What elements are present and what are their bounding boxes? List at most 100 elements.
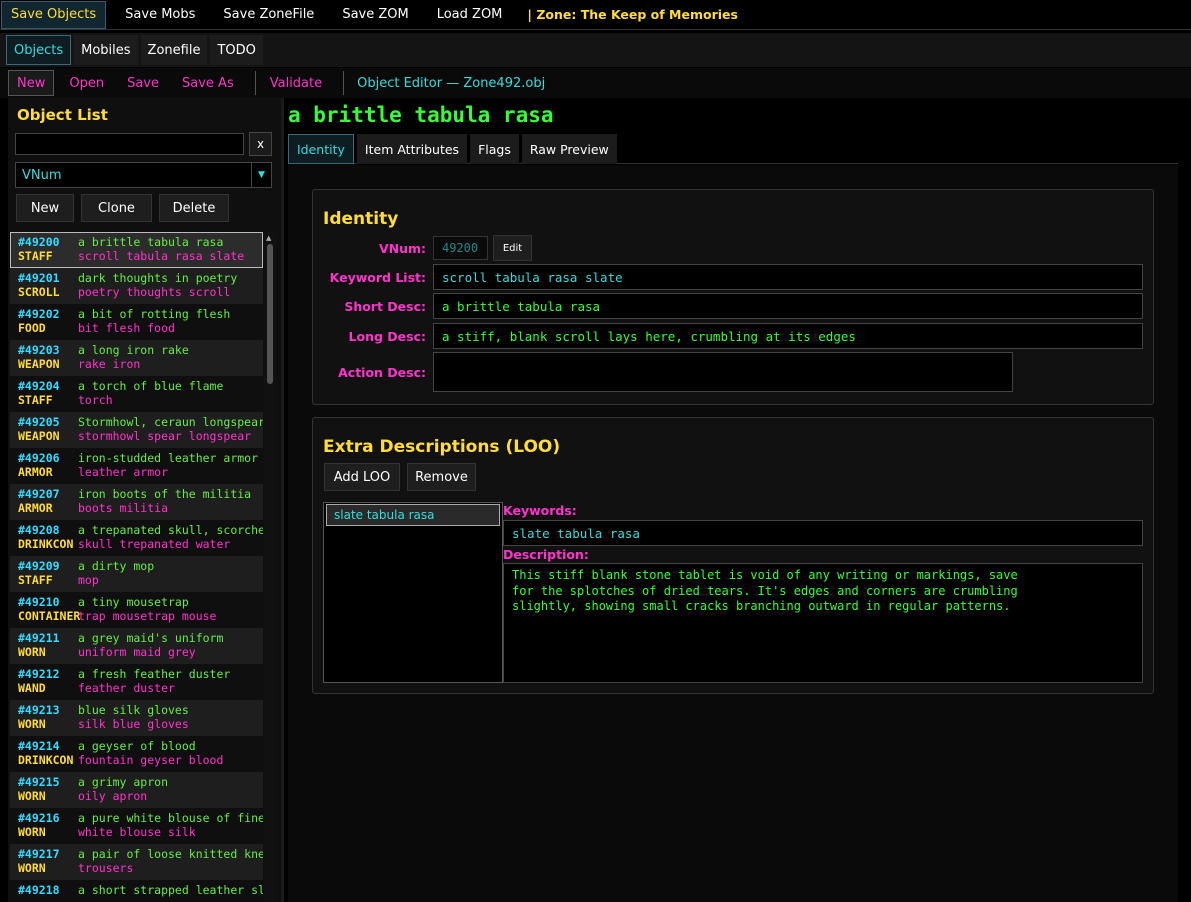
- object-list-row[interactable]: #49215 WORN a grimy apron oily apron: [10, 772, 263, 808]
- object-list-row[interactable]: #49212 WAND a fresh feather duster feather …: [10, 664, 263, 700]
- chevron-down-icon[interactable]: ▼: [251, 163, 271, 187]
- object-list-row[interactable]: #49204 STAFF a torch of blue flame torch: [10, 376, 263, 412]
- short-desc-field[interactable]: a brittle tabula rasa: [433, 293, 1143, 319]
- save-as-button[interactable]: Save As: [174, 70, 242, 96]
- object-type: WORN: [18, 645, 46, 659]
- save-mobs-button[interactable]: Save Mobs: [116, 1, 204, 29]
- tab-flags[interactable]: Flags: [470, 134, 519, 164]
- object-type: STAFF: [18, 573, 53, 587]
- object-title: a brittle tabula rasa: [288, 103, 554, 127]
- object-type: DRINKCON: [18, 753, 74, 767]
- object-type: WORN: [18, 861, 46, 875]
- object-vnum: #49217: [18, 847, 60, 861]
- validate-button[interactable]: Validate: [262, 70, 330, 96]
- object-list-row[interactable]: #49211 WORN a grey maid's uniform uniform m…: [10, 628, 263, 664]
- remove-loo-button[interactable]: Remove: [407, 463, 476, 491]
- object-list-row[interactable]: #49203 WEAPON a long iron rake rake iron: [10, 340, 263, 376]
- object-list-row[interactable]: #49214 DRINKCON a geyser of blood fountain …: [10, 736, 263, 772]
- object-short-desc: a bit of rotting flesh: [78, 307, 231, 321]
- keyword-list-field[interactable]: scroll tabula rasa slate: [433, 264, 1143, 290]
- identity-card: Identity VNum: 49200 Edit Keyword List: …: [312, 189, 1154, 405]
- object-keywords: trap mousetrap mouse: [78, 609, 217, 623]
- object-short-desc: a pure white blouse of fine: [78, 811, 263, 825]
- object-list-row[interactable]: #49201 SCROLL dark thoughts in poetry poetr…: [10, 268, 263, 304]
- loo-keywords-field[interactable]: slate tabula rasa: [503, 520, 1143, 546]
- sort-select[interactable]: VNum ▼: [15, 162, 272, 188]
- action-bar: New Open Save Save As Validate Object Ed…: [0, 68, 1191, 98]
- new-object-button[interactable]: New: [16, 194, 74, 222]
- scroll-up-icon[interactable]: ▲: [266, 234, 271, 242]
- load-zom-button[interactable]: Load ZOM: [428, 1, 512, 29]
- object-list-row[interactable]: #49217 WORN a pair of loose knitted knee tr…: [10, 844, 263, 880]
- object-keywords: skull trepanated water: [78, 537, 231, 551]
- clone-object-button[interactable]: Clone: [81, 194, 152, 222]
- new-file-button[interactable]: New: [8, 70, 55, 96]
- object-list-row[interactable]: #49213 WORN blue silk gloves silk blue glov…: [10, 700, 263, 736]
- editor-title: Object Editor — Zone492.obj: [357, 75, 546, 91]
- loo-list-item[interactable]: slate tabula rasa: [326, 504, 500, 526]
- object-list-row[interactable]: #49218 a short strapped leather sli: [10, 880, 263, 902]
- tab-raw-preview[interactable]: Raw Preview: [521, 134, 617, 164]
- object-short-desc: iron-studded leather armor: [78, 451, 259, 465]
- toolbar-separator: [254, 71, 256, 95]
- action-desc-field[interactable]: [433, 352, 1013, 392]
- object-list-title: Object List: [17, 106, 108, 124]
- object-list-row[interactable]: #49206 ARMOR iron-studded leather armor lea…: [10, 448, 263, 484]
- object-vnum: #49208: [18, 523, 60, 537]
- edit-vnum-button[interactable]: Edit: [493, 235, 532, 261]
- object-short-desc: a dirty mop: [78, 559, 155, 573]
- object-keywords: scroll tabula rasa slate: [78, 249, 245, 263]
- clear-search-button[interactable]: x: [249, 132, 272, 156]
- object-list-row[interactable]: #49205 WEAPON Stormhowl, ceraun longspear s…: [10, 412, 263, 448]
- object-list-row[interactable]: #49202 FOOD a bit of rotting flesh bit fles…: [10, 304, 263, 340]
- object-type: SCROLL: [18, 285, 60, 299]
- object-short-desc: blue silk gloves: [78, 703, 189, 717]
- object-keywords: stormhowl spear longspear: [78, 429, 252, 443]
- object-type: WEAPON: [18, 429, 60, 443]
- save-zom-button[interactable]: Save ZOM: [333, 1, 417, 29]
- object-vnum: #49204: [18, 379, 60, 393]
- tab-item-attributes[interactable]: Item Attributes: [356, 134, 468, 164]
- save-file-button[interactable]: Save: [119, 70, 167, 96]
- object-list-row[interactable]: #49209 STAFF a dirty mop mop: [10, 556, 263, 592]
- object-vnum: #49203: [18, 343, 60, 357]
- short-desc-label: Short Desc:: [344, 299, 426, 314]
- object-vnum: #49213: [18, 703, 60, 717]
- tab-identity[interactable]: Identity: [288, 134, 354, 164]
- save-zonefile-button[interactable]: Save ZoneFile: [214, 1, 323, 29]
- object-type: DRINKCON: [18, 537, 74, 551]
- delete-object-button[interactable]: Delete: [159, 194, 229, 222]
- vnum-field[interactable]: 49200: [433, 236, 488, 260]
- object-type: STAFF: [18, 249, 53, 263]
- tab-objects[interactable]: Objects: [6, 35, 72, 65]
- long-desc-field[interactable]: a stiff, blank scroll lays here, crumbli…: [433, 323, 1143, 349]
- object-keywords: white blouse silk: [78, 825, 196, 839]
- tab-zonefile[interactable]: Zonefile: [140, 35, 208, 65]
- object-list-row[interactable]: #49216 WORN a pure white blouse of fine whi…: [10, 808, 263, 844]
- extra-desc-title: Extra Descriptions (LOO): [323, 437, 561, 457]
- object-list-row[interactable]: #49200 STAFF a brittle tabula rasa scroll t…: [10, 232, 263, 268]
- toolbar-separator: [343, 71, 345, 95]
- object-short-desc: a geyser of blood: [78, 739, 196, 753]
- open-file-button[interactable]: Open: [61, 70, 112, 96]
- object-list-row[interactable]: #49208 DRINKCON a trepanated skull, scorch…: [10, 520, 263, 556]
- editor-panel: Identity VNum: 49200 Edit Keyword List: …: [288, 165, 1178, 902]
- object-keywords: feather duster: [78, 681, 175, 695]
- object-vnum: #49201: [18, 271, 60, 285]
- object-list-row[interactable]: #49210 CONTAINER a tiny mousetrap trap mous…: [10, 592, 263, 628]
- tab-mobiles[interactable]: Mobiles: [74, 35, 138, 65]
- panel-divider[interactable]: [281, 98, 284, 902]
- object-list-scrollbar[interactable]: ▲: [264, 232, 276, 902]
- tab-todo[interactable]: TODO: [210, 35, 263, 65]
- save-objects-button[interactable]: Save Objects: [1, 0, 107, 29]
- object-short-desc: iron boots of the militia: [78, 487, 252, 501]
- object-search-input[interactable]: [15, 133, 244, 155]
- object-keywords: boots militia: [78, 501, 169, 515]
- loo-description-field[interactable]: This stiff blank stone tablet is void of…: [503, 563, 1143, 683]
- main-tabs: Objects Mobiles Zonefile TODO: [0, 33, 1191, 67]
- loo-keywords-label: Keywords:: [503, 503, 577, 518]
- object-list-row[interactable]: #49207 ARMOR iron boots of the militia boot…: [10, 484, 263, 520]
- scrollbar-thumb[interactable]: [267, 244, 273, 384]
- object-vnum: #49214: [18, 739, 60, 753]
- add-loo-button[interactable]: Add LOO: [324, 463, 400, 491]
